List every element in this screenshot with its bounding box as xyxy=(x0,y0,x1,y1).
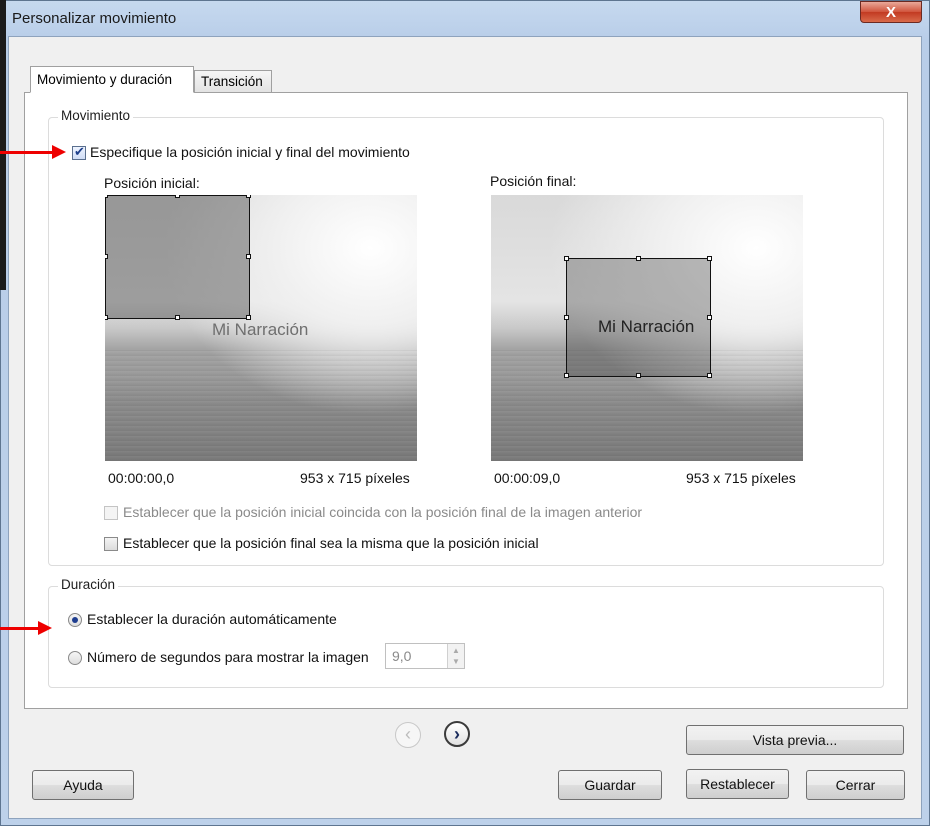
chevron-left-icon: ‹ xyxy=(405,724,411,744)
resize-handle[interactable] xyxy=(105,254,108,259)
seconds-stepper[interactable]: 9,0 ▲ ▼ xyxy=(385,643,465,669)
preview-watermark: Mi Narración xyxy=(212,320,309,339)
resize-handle[interactable] xyxy=(105,315,108,320)
resize-handle[interactable] xyxy=(636,256,641,261)
resize-handle[interactable] xyxy=(246,195,251,198)
resize-handle[interactable] xyxy=(707,256,712,261)
resize-handle[interactable] xyxy=(564,373,569,378)
resize-handle[interactable] xyxy=(246,315,251,320)
resize-handle[interactable] xyxy=(564,315,569,320)
resize-handle[interactable] xyxy=(175,195,180,198)
previous-image-button[interactable]: ‹ xyxy=(395,722,421,748)
start-selection-rectangle[interactable] xyxy=(105,195,251,320)
preview-watermark: Mi Narración xyxy=(598,317,695,336)
tab-transicion[interactable]: Transición xyxy=(194,70,272,93)
seconds-radio[interactable] xyxy=(68,651,82,665)
specify-movement-checkbox[interactable] xyxy=(72,144,86,160)
resize-handle[interactable] xyxy=(175,315,180,320)
close-button[interactable]: Cerrar xyxy=(806,770,905,800)
help-button[interactable]: Ayuda xyxy=(32,770,134,800)
tab-movimiento-duracion[interactable]: Movimiento y duración xyxy=(30,66,194,93)
annotation-arrow-line xyxy=(0,627,40,630)
end-position-preview[interactable]: Mi Narración xyxy=(491,195,803,461)
seconds-label[interactable]: Número de segundos para mostrar la image… xyxy=(87,649,369,665)
duration-group-label: Duración xyxy=(58,577,119,592)
resize-handle[interactable] xyxy=(707,315,712,320)
resize-handle[interactable] xyxy=(105,195,108,198)
preview-button[interactable]: Vista previa... xyxy=(686,725,904,755)
save-button[interactable]: Guardar xyxy=(558,770,662,800)
annotation-arrow-line xyxy=(0,151,54,154)
start-position-preview[interactable]: Mi Narración xyxy=(105,195,417,461)
annotation-arrowhead-icon xyxy=(52,145,66,159)
window-title: Personalizar movimiento xyxy=(12,10,177,27)
end-position-label: Posición final: xyxy=(490,173,577,189)
next-image-button[interactable]: › xyxy=(444,721,470,747)
match-previous-checkbox[interactable] xyxy=(104,506,118,520)
resize-handle[interactable] xyxy=(707,373,712,378)
movement-group-label: Movimiento xyxy=(58,108,134,123)
specify-movement-label[interactable]: Especifique la posición inicial y final … xyxy=(90,144,410,160)
chevron-right-icon: › xyxy=(454,724,460,744)
reset-button[interactable]: Restablecer xyxy=(686,769,789,799)
start-position-label: Posición inicial: xyxy=(104,175,200,191)
match-previous-label: Establecer que la posición inicial coinc… xyxy=(123,504,643,520)
start-time: 00:00:00,0 xyxy=(108,470,175,486)
end-size: 953 x 715 píxeles xyxy=(686,470,796,486)
start-size: 953 x 715 píxeles xyxy=(300,470,410,486)
annotation-arrowhead-icon xyxy=(38,621,52,635)
same-position-checkbox[interactable] xyxy=(104,537,118,551)
resize-handle[interactable] xyxy=(246,254,251,259)
auto-duration-radio[interactable] xyxy=(68,613,82,627)
auto-duration-label[interactable]: Establecer la duración automáticamente xyxy=(87,611,337,627)
end-selection-rectangle[interactable]: Mi Narración xyxy=(564,256,712,378)
resize-handle[interactable] xyxy=(564,256,569,261)
stepper-buttons[interactable]: ▲ ▼ xyxy=(447,644,464,668)
background-edge xyxy=(0,0,6,290)
stepper-up-icon[interactable]: ▲ xyxy=(452,646,460,655)
seconds-value[interactable]: 9,0 xyxy=(392,648,411,664)
end-time: 00:00:09,0 xyxy=(494,470,561,486)
window-close-button[interactable]: X xyxy=(860,1,922,23)
same-position-label[interactable]: Establecer que la posición final sea la … xyxy=(123,535,539,551)
stepper-down-icon[interactable]: ▼ xyxy=(452,657,460,666)
resize-handle[interactable] xyxy=(636,373,641,378)
duration-group xyxy=(48,586,884,688)
